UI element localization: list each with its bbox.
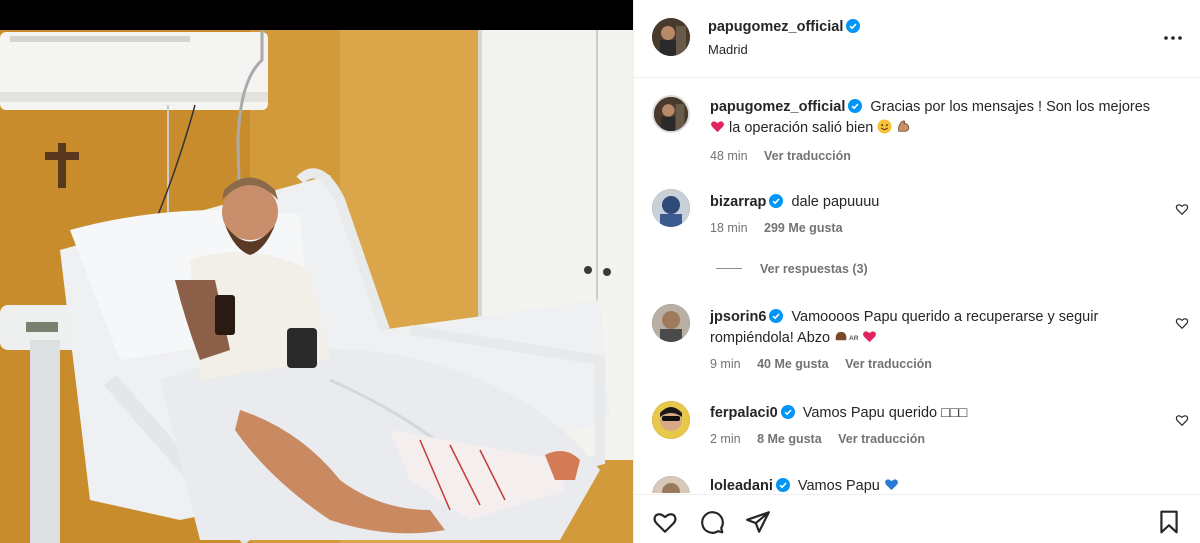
caption-meta: 48 min Ver traducción: [710, 149, 864, 163]
replies-divider: [716, 268, 742, 269]
caption-time[interactable]: 48 min: [710, 149, 748, 163]
heart-icon[interactable]: [652, 509, 678, 535]
comment-time[interactable]: 9 min: [710, 357, 741, 371]
comment-meta: 18 min 299 Me gusta: [710, 221, 856, 235]
caption-body: papugomez_official Gracias por los mensa…: [710, 97, 1160, 139]
comment-body: bizarrap dale papuuuu: [710, 192, 1160, 213]
comment-text: Vamos Papu: [797, 478, 880, 493]
comment-body: loleadani Vamos Papu: [710, 476, 1160, 493]
comments-list[interactable]: papugomez_official Gracias por los mensa…: [634, 79, 1200, 493]
instagram-post-view: papugomez_official Madrid papugomez_offi…: [0, 0, 1200, 543]
smiling-face-emoji-icon: [877, 119, 892, 134]
comment-bubble-icon[interactable]: [699, 509, 725, 535]
comment-username[interactable]: loleadani: [710, 478, 790, 493]
comment-username-text[interactable]: bizarrap: [710, 194, 766, 210]
avatar-image: [652, 401, 690, 439]
post-details-panel: papugomez_official Madrid papugomez_offi…: [633, 0, 1200, 543]
view-replies-label[interactable]: Ver respuestas (3): [760, 262, 868, 276]
flag-letters: AR: [849, 335, 859, 342]
avatar-image: [652, 476, 690, 493]
caption-avatar[interactable]: [652, 95, 690, 133]
comment-username[interactable]: ferpalaci0: [710, 405, 795, 421]
author-username[interactable]: papugomez_official: [708, 19, 861, 35]
comment-avatar[interactable]: [652, 476, 690, 493]
comment-meta: 9 min 40 Me gusta Ver traducción: [710, 357, 945, 371]
comment-body: jpsorin6 Vamoooos Papu querido a recuper…: [710, 307, 1160, 349]
comment-translate-link[interactable]: Ver traducción: [838, 432, 925, 446]
avatar-image: [652, 304, 690, 342]
like-comment-heart-icon[interactable]: [1175, 202, 1189, 216]
comment-avatar[interactable]: [652, 189, 690, 227]
blue-heart-emoji-icon: [884, 479, 898, 491]
comment-text: Vamos Papu querido □□□: [802, 405, 968, 421]
comment-translate-link[interactable]: Ver traducción: [845, 357, 932, 371]
bookmark-icon[interactable]: [1156, 509, 1182, 535]
post-header: papugomez_official Madrid: [634, 0, 1200, 78]
comment-text: dale papuuuu: [791, 194, 880, 210]
paper-plane-icon[interactable]: [745, 509, 771, 535]
comment-meta: 2 min 8 Me gusta Ver traducción: [710, 432, 938, 446]
verified-badge-icon: [769, 309, 784, 323]
verified-badge-icon: [775, 478, 790, 492]
red-heart-emoji-icon: [863, 331, 877, 343]
comment-body: ferpalaci0 Vamos Papu querido □□□: [710, 403, 1160, 424]
comment-username[interactable]: jpsorin6: [710, 309, 784, 325]
comment-likes[interactable]: 40 Me gusta: [757, 357, 829, 371]
comment-username-text[interactable]: jpsorin6: [710, 309, 766, 325]
red-heart-emoji-icon: [711, 121, 724, 133]
comment-time[interactable]: 18 min: [710, 221, 748, 235]
avatar-image: [652, 189, 690, 227]
post-action-bar: [634, 494, 1200, 543]
comment-username-text[interactable]: ferpalaci0: [710, 405, 778, 421]
comment-avatar[interactable]: [652, 304, 690, 342]
comment-likes[interactable]: 299 Me gusta: [764, 221, 843, 235]
comment-time[interactable]: 2 min: [710, 432, 741, 446]
hospital-photo-illustration: [0, 0, 633, 543]
post-location[interactable]: Madrid: [708, 42, 748, 57]
argentina-flag-emoji-icon: AR: [849, 335, 859, 342]
like-comment-heart-icon[interactable]: [1175, 413, 1189, 427]
avatar-image: [654, 97, 688, 131]
flexed-biceps-emoji-icon: [898, 120, 910, 132]
comment-likes[interactable]: 8 Me gusta: [757, 432, 822, 446]
caption-translate-link[interactable]: Ver traducción: [764, 149, 851, 163]
verified-badge-icon: [769, 194, 784, 208]
caption-username-text[interactable]: papugomez_official: [710, 99, 845, 115]
comment-username-text[interactable]: loleadani: [710, 478, 773, 493]
verified-badge-icon: [848, 99, 863, 113]
post-photo[interactable]: [0, 0, 633, 543]
caption-text-2: la operación salió bien: [729, 120, 874, 136]
caption-text-1: Gracias por los mensajes ! Son los mejor…: [870, 99, 1151, 115]
more-options-icon[interactable]: [1161, 26, 1185, 50]
verified-badge-icon: [846, 19, 861, 33]
verified-badge-icon: [780, 405, 795, 419]
avatar-image: [652, 18, 690, 56]
like-comment-heart-icon[interactable]: [1175, 316, 1189, 330]
comment-avatar[interactable]: [652, 401, 690, 439]
hug-hand-emoji-icon: [835, 331, 847, 341]
author-avatar[interactable]: [652, 18, 690, 56]
view-replies-button[interactable]: Ver respuestas (3): [716, 262, 868, 276]
caption-username[interactable]: papugomez_official: [710, 99, 863, 115]
comment-username[interactable]: bizarrap: [710, 194, 784, 210]
author-username-text[interactable]: papugomez_official: [708, 19, 843, 35]
